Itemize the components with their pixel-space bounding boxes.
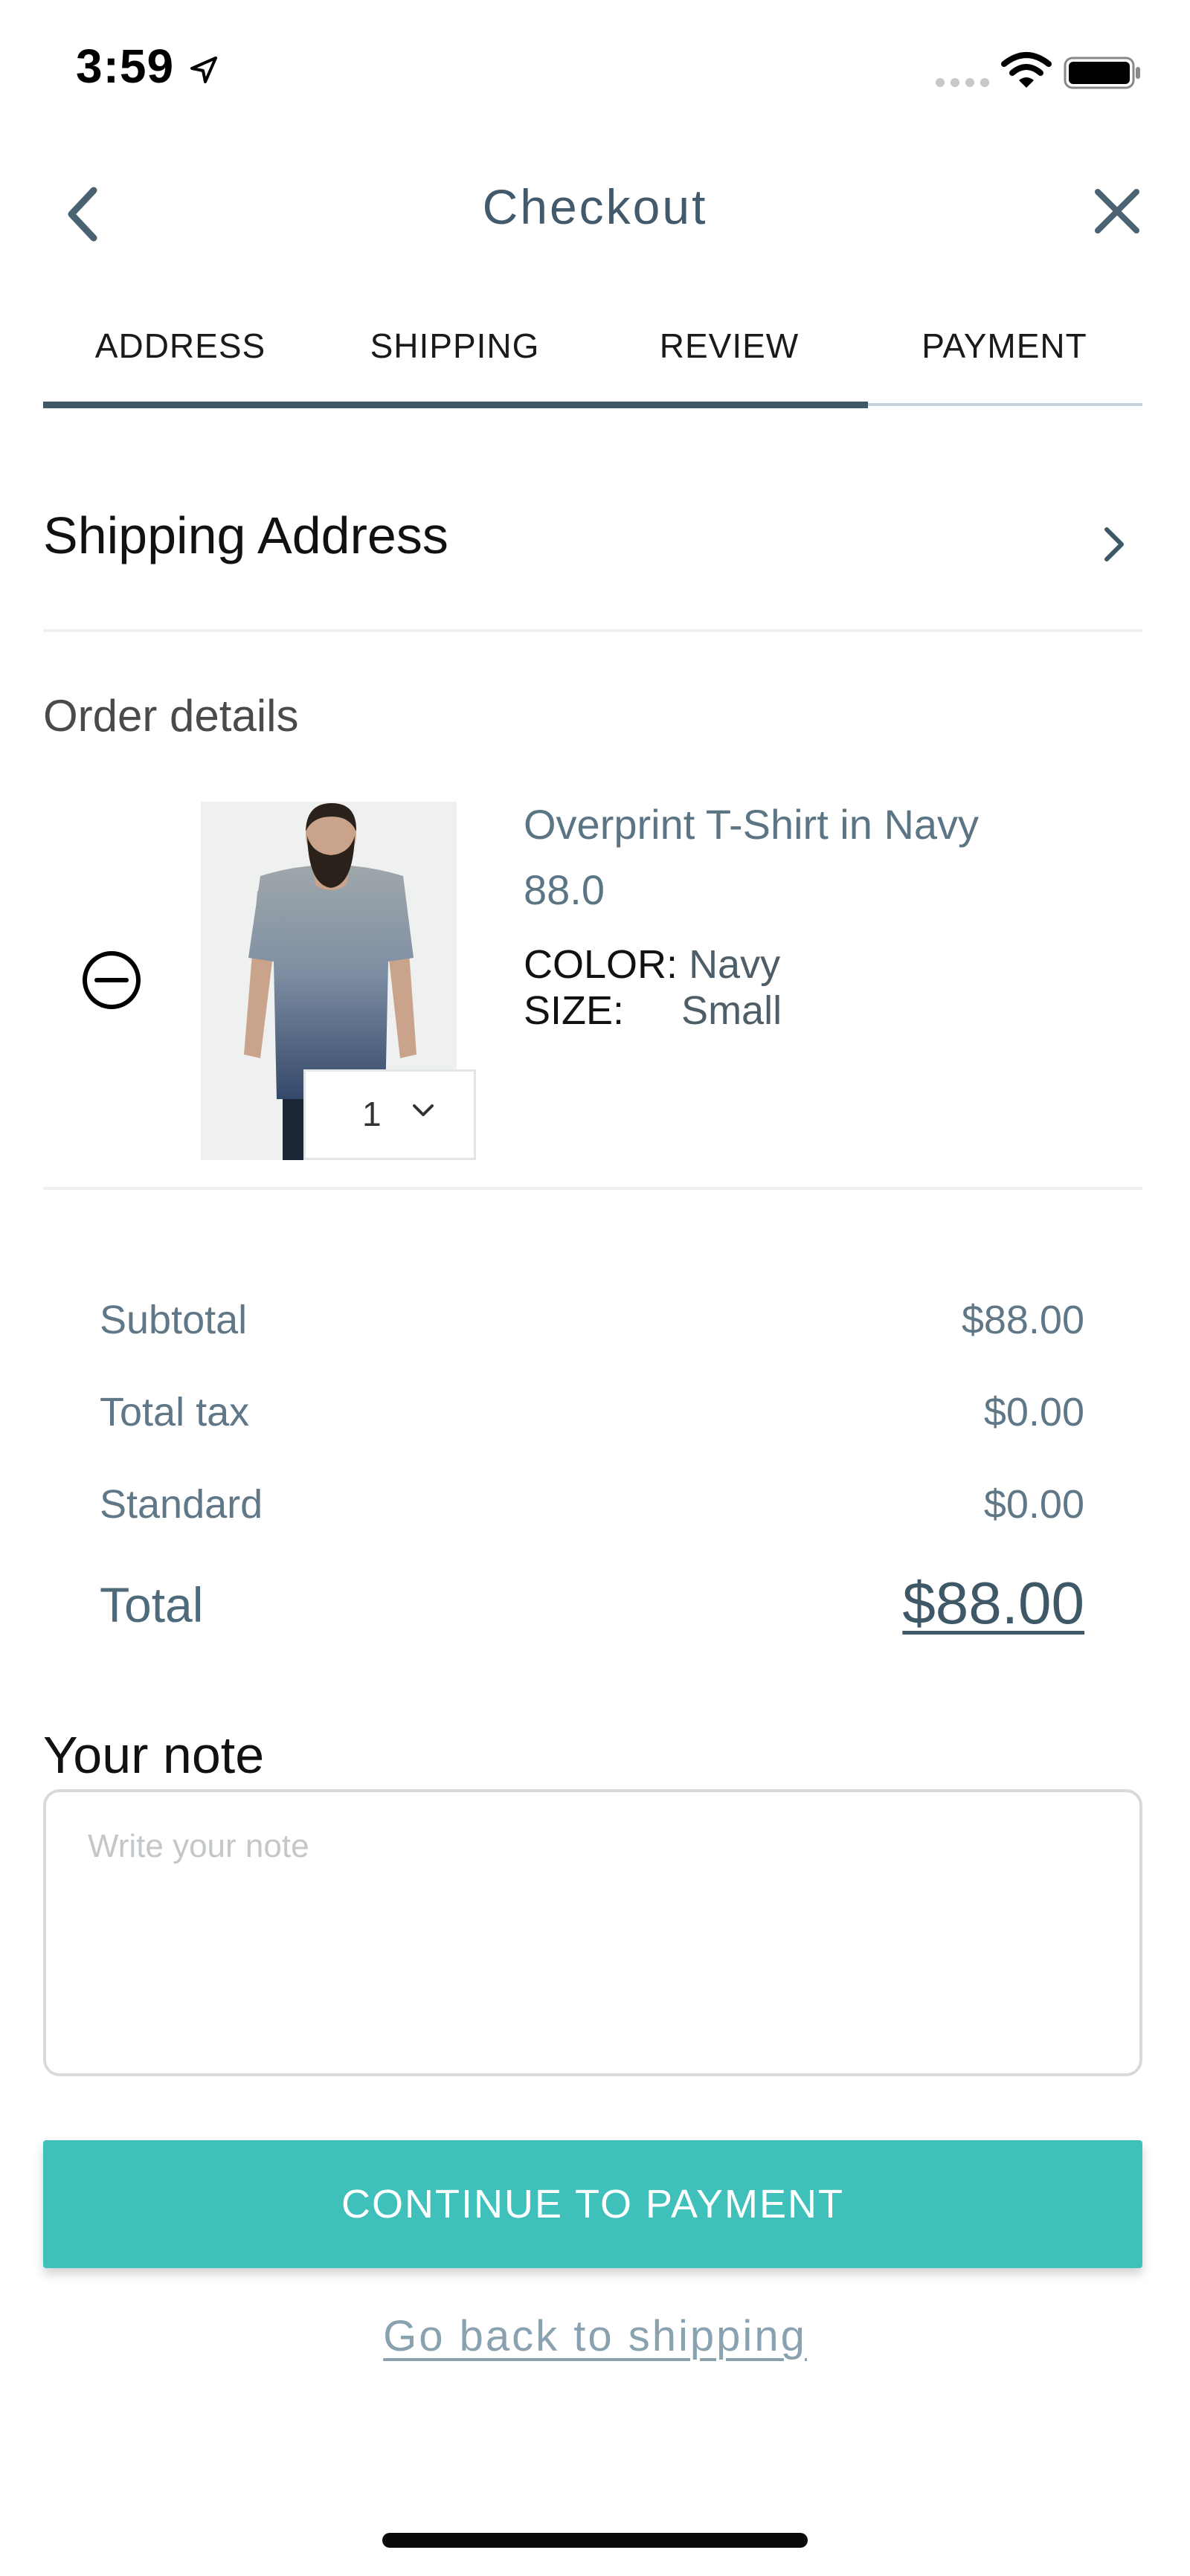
cellular-signal-icon xyxy=(936,78,989,87)
product-price: 88.0 xyxy=(524,866,605,913)
subtotal-value: $88.00 xyxy=(961,1298,1084,1342)
subtotal-row: Subtotal $88.00 xyxy=(100,1297,1084,1343)
shipping-cost-row: Standard $0.00 xyxy=(100,1481,1084,1527)
shipping-cost-value: $0.00 xyxy=(983,1482,1084,1527)
size-attribute: SIZE: Small xyxy=(524,988,782,1034)
location-arrow-icon xyxy=(190,57,217,83)
product-name[interactable]: Overprint T-Shirt in Navy xyxy=(524,800,979,849)
checkout-steps: ADDRESS SHIPPING REVIEW PAYMENT xyxy=(43,312,1142,409)
chevron-down-icon xyxy=(413,1104,434,1116)
total-label: Total xyxy=(100,1577,204,1632)
home-indicator xyxy=(382,2533,808,2548)
page-title: Checkout xyxy=(482,179,708,234)
close-icon[interactable] xyxy=(1092,186,1142,236)
tax-row: Total tax $0.00 xyxy=(100,1389,1084,1435)
shipping-address-title: Shipping Address xyxy=(43,506,448,564)
note-heading: Your note xyxy=(43,1726,265,1784)
color-attribute: COLOR: Navy xyxy=(524,941,780,988)
color-label: COLOR: xyxy=(524,942,678,987)
subtotal-label: Subtotal xyxy=(100,1298,248,1342)
note-field[interactable] xyxy=(43,1789,1142,2076)
size-label: SIZE: xyxy=(524,988,625,1033)
tab-address[interactable]: ADDRESS xyxy=(43,326,318,366)
divider xyxy=(43,1187,1142,1190)
tax-label: Total tax xyxy=(100,1390,250,1434)
status-time: 3:59 xyxy=(76,39,175,93)
header: Checkout xyxy=(0,141,1190,275)
total-row: Total $88.00 xyxy=(100,1570,1084,1636)
tab-review[interactable]: REVIEW xyxy=(592,326,866,366)
order-details-heading: Order details xyxy=(43,691,299,741)
quantity-select[interactable]: 1 xyxy=(303,1069,476,1160)
shipping-address-row[interactable]: Shipping Address xyxy=(43,476,1142,625)
continue-to-payment-button[interactable]: CONTINUE TO PAYMENT xyxy=(43,2140,1142,2268)
progress-indicator xyxy=(43,402,868,408)
tab-shipping[interactable]: SHIPPING xyxy=(318,326,592,366)
quantity-value: 1 xyxy=(362,1095,382,1133)
chevron-right-icon xyxy=(1104,527,1124,561)
size-value: Small xyxy=(681,988,782,1033)
remove-item-icon[interactable] xyxy=(80,949,143,1011)
color-value: Navy xyxy=(689,942,781,987)
divider xyxy=(43,629,1142,632)
wifi-icon xyxy=(1001,52,1052,88)
total-value: $88.00 xyxy=(902,1570,1084,1636)
battery-icon xyxy=(1064,57,1140,89)
shipping-cost-label: Standard xyxy=(100,1482,263,1527)
status-bar: 3:59 xyxy=(0,0,1190,141)
tax-value: $0.00 xyxy=(983,1390,1084,1434)
go-back-to-shipping-link[interactable]: Go back to shipping xyxy=(0,2311,1190,2361)
tab-payment[interactable]: PAYMENT xyxy=(867,326,1142,366)
checkout-screen: 3:59 Checkout ADDRESS SHIPPING REVIEW PA… xyxy=(0,0,1190,2576)
